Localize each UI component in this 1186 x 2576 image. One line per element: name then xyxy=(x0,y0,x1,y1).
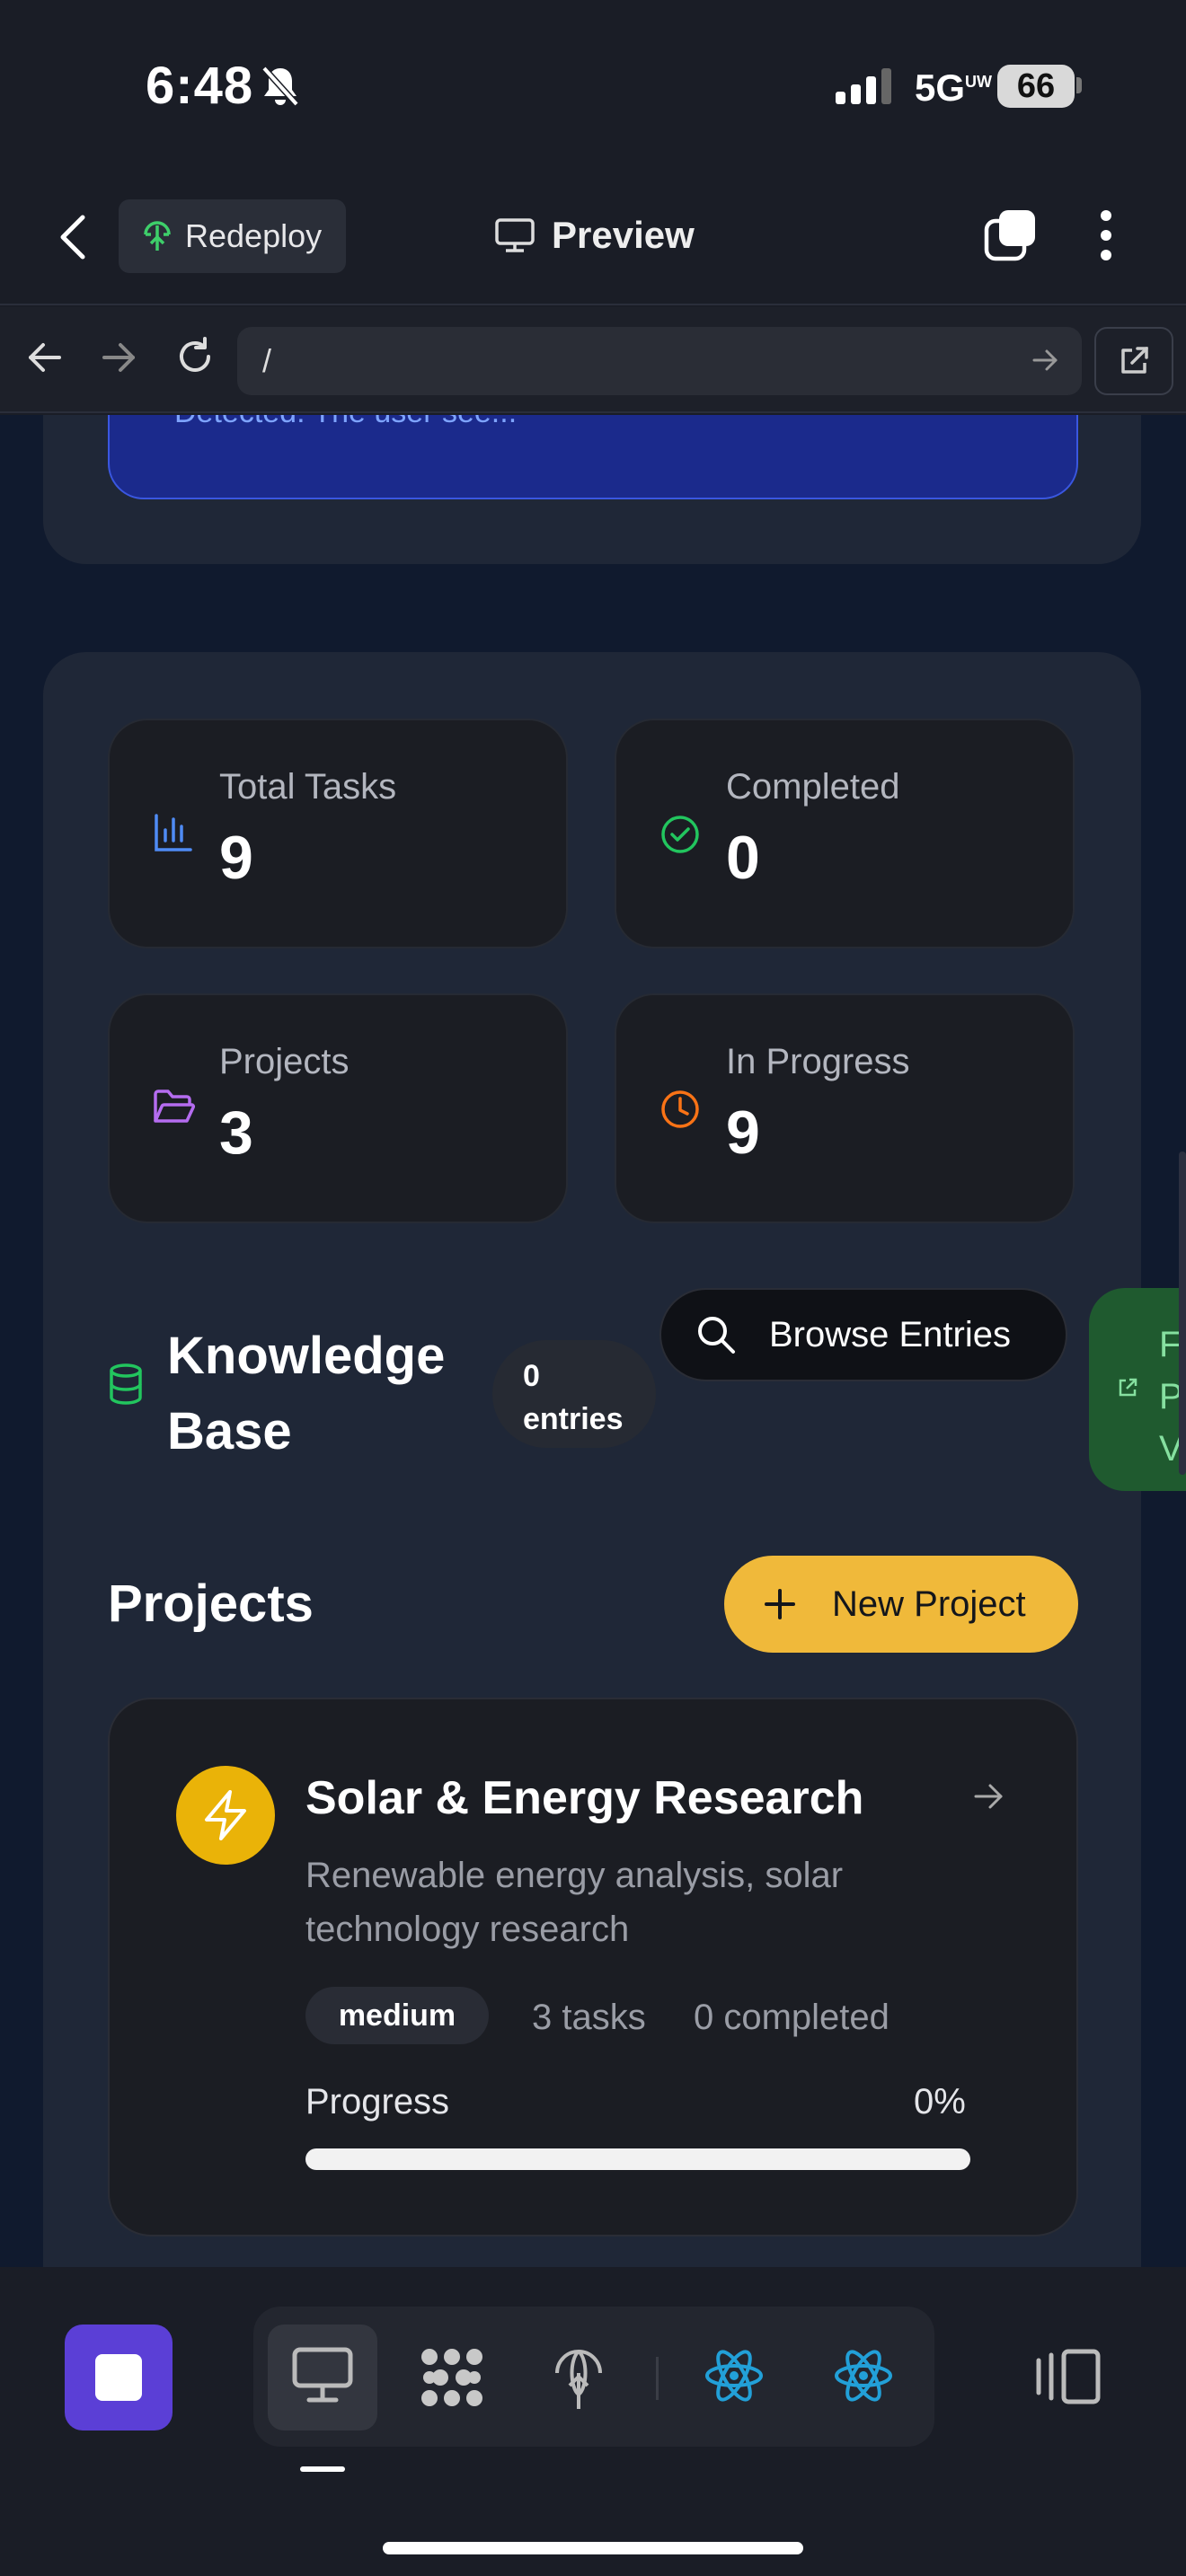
preview-label: Preview xyxy=(552,214,695,256)
network-type: 5GUW xyxy=(915,66,993,109)
status-bar: 6:48 5GUW 66 xyxy=(0,0,1186,180)
knowledge-base-title: Knowledge Base xyxy=(167,1327,446,1460)
nav-back-icon[interactable] xyxy=(27,340,63,375)
tabs-icon[interactable] xyxy=(983,208,1039,262)
database-icon xyxy=(110,1363,142,1405)
url-input[interactable]: / xyxy=(237,327,1082,395)
search-icon xyxy=(698,1317,735,1354)
browse-entries-label: Browse Entries xyxy=(769,1314,1011,1354)
active-tab-indicator xyxy=(300,2466,345,2472)
cellular-signal-icon xyxy=(836,68,891,104)
redeploy-label: Redeploy xyxy=(185,217,323,254)
entries-count: 0 xyxy=(523,1359,540,1393)
scrollbar[interactable] xyxy=(1179,1151,1186,1475)
plus-icon xyxy=(765,1589,795,1619)
task-count: 3 tasks xyxy=(532,1998,646,2037)
stat-projects: Projects 3 xyxy=(108,993,568,1223)
preview-content: Detected: The user see... Total Tasks 9 … xyxy=(0,415,1186,2267)
project-icon xyxy=(176,1766,275,1865)
progress-percent: 0% xyxy=(914,2082,966,2122)
stat-total-tasks: Total Tasks 9 xyxy=(108,719,568,948)
monitor-icon xyxy=(495,218,535,252)
open-external-button[interactable] xyxy=(1094,327,1173,395)
preview-title[interactable]: Preview xyxy=(494,214,695,257)
stat-label: Projects xyxy=(219,1042,350,1081)
detected-alert[interactable]: Detected: The user see... xyxy=(108,415,1078,499)
stat-value: 0 xyxy=(726,824,760,892)
more-menu-icon[interactable] xyxy=(1094,208,1118,262)
stop-button[interactable] xyxy=(65,2325,173,2430)
stat-in-progress: In Progress 9 xyxy=(615,993,1075,1223)
stat-label: Total Tasks xyxy=(219,767,397,807)
bell-slash-icon xyxy=(261,66,299,107)
deploy-icon[interactable] xyxy=(552,2346,606,2411)
bar-chart-icon xyxy=(155,814,192,851)
check-circle-icon xyxy=(661,816,699,853)
entries-count-badge: 0 entries xyxy=(492,1340,656,1448)
home-indicator[interactable] xyxy=(383,2542,803,2554)
stat-value: 3 xyxy=(219,1098,253,1167)
clock-icon xyxy=(661,1090,699,1128)
arrow-right-icon[interactable] xyxy=(972,1780,1005,1813)
battery-level: 66 xyxy=(997,65,1075,108)
status-time: 6:48 xyxy=(146,57,254,115)
react-icon[interactable] xyxy=(832,2346,895,2405)
external-link-icon xyxy=(1121,347,1148,374)
projects-heading: Projects xyxy=(108,1575,314,1633)
project-card[interactable]: Solar & Energy Research Renewable energy… xyxy=(108,1698,1078,2236)
reload-icon[interactable] xyxy=(174,336,216,377)
progress-bar xyxy=(305,2148,970,2170)
react-icon[interactable] xyxy=(703,2346,766,2405)
stat-label: In Progress xyxy=(726,1042,910,1081)
redeploy-button[interactable]: Redeploy xyxy=(119,199,346,273)
alert-text: Detected: The user see... xyxy=(174,415,517,430)
project-description: Renewable energy analysis, solar technol… xyxy=(305,1856,844,1949)
deploy-icon xyxy=(144,221,171,251)
stat-label: Completed xyxy=(726,767,900,807)
new-project-button[interactable]: New Project xyxy=(724,1556,1078,1653)
project-title: Solar & Energy Research xyxy=(305,1772,864,1824)
battery-tip xyxy=(1076,77,1082,93)
external-link-icon xyxy=(1119,1378,1137,1397)
toolbar-divider xyxy=(656,2357,659,2400)
stat-value: 9 xyxy=(726,1098,760,1167)
entries-label: entries xyxy=(523,1402,624,1436)
stat-completed: Completed 0 xyxy=(615,719,1075,948)
nav-forward-icon[interactable] xyxy=(101,340,137,375)
priority-badge: medium xyxy=(305,1987,489,2044)
folder-open-icon xyxy=(154,1090,195,1123)
url-go-arrow-icon[interactable] xyxy=(1031,347,1058,374)
workspaces-icon[interactable] xyxy=(419,2346,485,2409)
split-view-icon[interactable] xyxy=(1033,2348,1102,2405)
new-project-label: New Project xyxy=(832,1584,1026,1624)
stat-value: 9 xyxy=(219,824,253,892)
browse-entries-button[interactable]: Browse Entries xyxy=(659,1288,1067,1381)
open-knowledge-button[interactable]: F P V xyxy=(1089,1288,1186,1491)
completed-count: 0 completed xyxy=(694,1998,890,2037)
progress-label: Progress xyxy=(305,2082,450,2122)
desktop-icon[interactable] xyxy=(291,2346,354,2405)
back-chevron-icon[interactable] xyxy=(58,214,90,260)
stop-icon xyxy=(95,2354,142,2401)
lightning-icon xyxy=(205,1790,246,1840)
